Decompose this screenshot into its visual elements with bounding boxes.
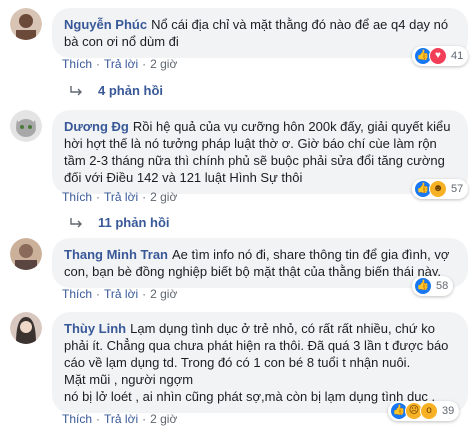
reaction-summary[interactable]: 👍 ☹ o 39 [388, 401, 460, 421]
reply-arrow-icon [70, 217, 82, 227]
avatar[interactable] [10, 238, 42, 270]
commenter-name[interactable]: Thùy Linh [64, 321, 126, 336]
comment-bubble: Nguyễn Phúc Nổ cái địa chỉ và mặt thằng đ… [52, 8, 468, 58]
comment-time[interactable]: 2 giờ [150, 412, 177, 426]
view-replies-link[interactable]: 4 phản hồi [70, 83, 163, 98]
reply-arrow-icon [70, 85, 82, 95]
comment-text-line: hời hợt thế là nó tưởng pháp luật thờ ơ.… [64, 136, 437, 151]
comment-text-line: con, bạn bè đồng nghiệp biết bộ mặt thật… [64, 264, 442, 279]
comment-time[interactable]: 2 giờ [150, 57, 177, 71]
comment-actions: Thích · Trả lời · 2 giờ [62, 190, 178, 204]
comment-text-line: nó bị lở loét , ai nhìn cũng phát sợ,mà … [64, 389, 436, 404]
comment-time[interactable]: 2 giờ [150, 190, 177, 204]
comment-actions: Thích · Trả lời · 2 giờ [62, 287, 178, 301]
avatar[interactable] [10, 312, 42, 344]
comment-text-line: tầm 2-3 tháng nữa thì chính phủ sẽ buộc … [64, 153, 445, 168]
comment-text-line: phải ít. Chẳng qua chưa phát hiện ra thô… [64, 338, 449, 353]
replies-count-label: 11 phản hồi [98, 215, 170, 230]
commenter-name[interactable]: Dương Đg [64, 119, 129, 134]
comment-text-line: cáo về lạm dụng td. Trong đó có 1 con bé… [64, 355, 411, 370]
love-reaction-icon: ♥ [429, 47, 447, 65]
commenter-name[interactable]: Thang Minh Tran [64, 247, 168, 262]
reaction-count: 39 [442, 405, 455, 417]
comment-time[interactable]: 2 giờ [150, 287, 177, 301]
like-link[interactable]: Thích [62, 57, 92, 71]
comment-text-line: Nổ cái địa chỉ và mặt thằng đó nào để ae… [151, 17, 449, 32]
haha-reaction-icon: ☻ [429, 180, 447, 198]
reaction-count: 57 [451, 183, 464, 195]
reply-link[interactable]: Trả lời [104, 57, 138, 71]
comment-text-line: bà con ơi nổ dùm đi [64, 34, 179, 49]
avatar[interactable] [10, 8, 42, 40]
like-link[interactable]: Thích [62, 190, 92, 204]
reaction-count: 58 [436, 280, 449, 292]
comment-bubble: Dương Đg Rồi hệ quả của vụ cưỡng hôn 200k… [52, 110, 468, 194]
replies-count-label: 4 phản hồi [98, 83, 163, 98]
commenter-name[interactable]: Nguyễn Phúc [64, 17, 147, 32]
wow-reaction-icon: o [420, 402, 438, 420]
like-reaction-icon: 👍 [414, 277, 432, 295]
reaction-summary[interactable]: 👍 ☻ 57 [412, 179, 469, 199]
reply-link[interactable]: Trả lời [104, 287, 138, 301]
comment-actions: Thích · Trả lời · 2 giờ [62, 57, 178, 71]
like-link[interactable]: Thích [62, 287, 92, 301]
comment-bubble: Thùy Linh Lạm dụng tình dục ở trẻ nhỏ, có… [52, 312, 468, 413]
avatar[interactable] [10, 110, 42, 142]
reaction-count: 41 [451, 50, 464, 62]
reply-link[interactable]: Trả lời [104, 412, 138, 426]
comment-bubble: Thang Minh Tran Ae tìm info nó đi, share … [52, 238, 468, 288]
comment-text-line: Lạm dụng tình dục ở trẻ nhỏ, có rất rất … [130, 321, 435, 336]
view-replies-link[interactable]: 11 phản hồi [70, 215, 170, 230]
comment-text-line: Mặt mũi , người ngợm [64, 372, 194, 387]
comment-actions: Thích · Trả lời · 2 giờ [62, 412, 178, 426]
reply-link[interactable]: Trả lời [104, 190, 138, 204]
reaction-summary[interactable]: 👍 ♥ 41 [412, 46, 469, 66]
comment-text-line: Rồi hệ quả của vụ cưỡng hôn 200k đấy, gi… [132, 119, 451, 134]
reaction-summary[interactable]: 👍 58 [412, 276, 454, 296]
comment-text-line: Ae tìm info nó đi, share thông tin để gi… [172, 247, 450, 262]
comment-text-line: đối với Điều 142 và 121 luật Hình Sự thô… [64, 170, 303, 185]
like-link[interactable]: Thích [62, 412, 92, 426]
